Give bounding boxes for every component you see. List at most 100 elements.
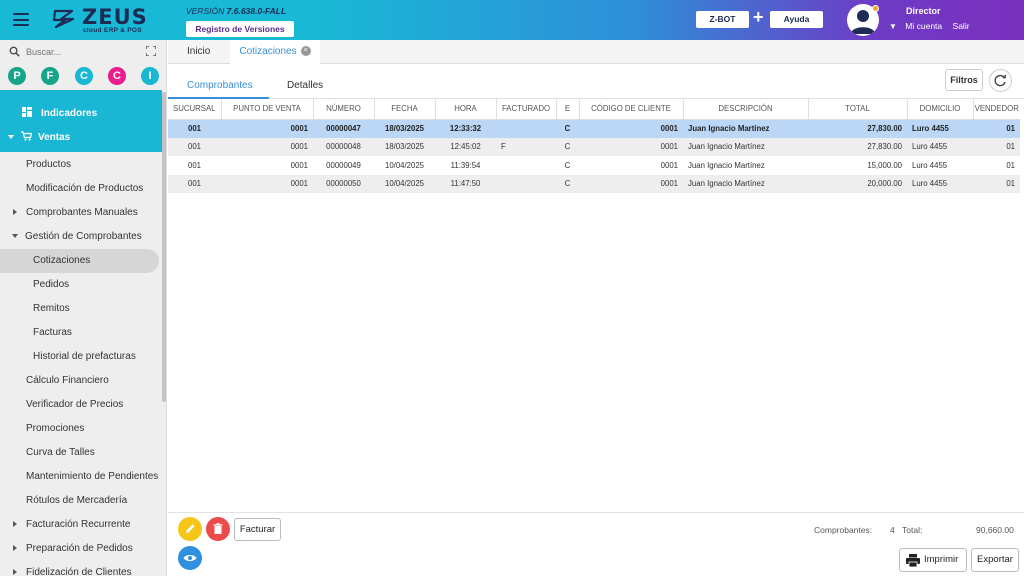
ayuda-button[interactable]: Ayuda xyxy=(770,11,823,28)
column-header[interactable]: TOTAL xyxy=(808,99,908,120)
sidebar-item-productos[interactable]: Productos xyxy=(0,153,162,177)
table-row[interactable]: 001 0001 00000049 10/04/2025 11:39:54 C … xyxy=(168,156,1020,175)
sidebar-scrollbar[interactable] xyxy=(162,92,166,402)
registro-versiones-button[interactable]: Registro de Versiones xyxy=(186,21,294,37)
caret-right-icon xyxy=(13,569,17,575)
column-header[interactable]: HORA xyxy=(435,99,497,120)
sidebar-item-label: Facturación Recurrente xyxy=(26,519,131,530)
sidebar-item-modificacion-productos[interactable]: Modificación de Productos xyxy=(0,177,162,201)
sidebar-item-comprobantes-manuales[interactable]: Comprobantes Manuales xyxy=(0,201,162,225)
sidebar-item-ventas[interactable]: Ventas xyxy=(0,126,162,150)
sidebar-item-mantenimiento-pendientes[interactable]: Mantenimiento de Pendientes xyxy=(0,465,162,489)
zbot-button[interactable]: Z-BOT xyxy=(696,11,749,28)
user-links: ▼ Mi cuenta Salir xyxy=(889,21,978,31)
imprimir-button[interactable]: Imprimir xyxy=(899,548,967,572)
column-header[interactable]: FECHA xyxy=(374,99,436,120)
sidebar-item-pedidos[interactable]: Pedidos xyxy=(0,273,162,297)
sidebar-item-fidelizacion-clientes[interactable]: Fidelización de Clientes xyxy=(0,561,162,576)
version-label: VERSIÓN xyxy=(186,6,225,16)
sidebar-item-preparacion-pedidos[interactable]: Preparación de Pedidos xyxy=(0,537,162,561)
cell-estado: C xyxy=(556,174,579,193)
sidebar-item-verificador-precios[interactable]: Verificador de Precios xyxy=(0,393,162,417)
plus-icon: + xyxy=(753,7,764,27)
salir-link[interactable]: Salir xyxy=(953,21,970,31)
table-row[interactable]: 001 0001 00000050 10/04/2025 11:47:50 C … xyxy=(168,174,1020,193)
cell-fecha: 18/03/2025 xyxy=(374,119,435,138)
total-value: 90,660.00 xyxy=(976,525,1014,535)
notification-dot xyxy=(872,5,879,12)
cell-fecha: 10/04/2025 xyxy=(374,156,435,175)
tab-cotizaciones[interactable]: Cotizaciones × xyxy=(230,40,320,65)
view-button[interactable] xyxy=(178,546,202,570)
favorite-f[interactable]: F xyxy=(41,67,59,85)
cell-hora: 11:39:54 xyxy=(435,156,496,175)
mi-cuenta-link[interactable]: Mi cuenta xyxy=(905,21,942,31)
sidebar-item-label: Preparación de Pedidos xyxy=(26,543,133,554)
column-header[interactable]: DESCRIPCIÓN xyxy=(683,99,809,120)
column-header[interactable]: PUNTO DE VENTA xyxy=(221,99,314,120)
sidebar-item-gestion-comprobantes[interactable]: Gestión de Comprobantes xyxy=(0,225,162,249)
cell-total: 27,830.00 xyxy=(808,137,907,156)
column-header[interactable]: CÓDIGO DE CLIENTE xyxy=(579,99,684,120)
cell-numero: 00000047 xyxy=(313,119,374,138)
sidebar-item-remitos[interactable]: Remitos xyxy=(0,297,162,321)
cell-facturado xyxy=(496,119,556,138)
favorite-c1[interactable]: C xyxy=(75,67,93,85)
total-label: Total: xyxy=(902,525,923,535)
favorite-c2[interactable]: C xyxy=(108,67,126,85)
caret-right-icon xyxy=(13,521,17,527)
sidebar-item-indicadores[interactable]: Indicadores xyxy=(0,102,162,126)
table-row[interactable]: 001 0001 00000047 18/03/2025 12:33:32 C … xyxy=(168,119,1020,138)
column-header[interactable]: FACTURADO xyxy=(496,99,557,120)
sidebar-item-historial-prefacturas[interactable]: Historial de prefacturas xyxy=(0,345,162,369)
sidebar-item-cotizaciones[interactable]: Cotizaciones xyxy=(0,249,159,273)
refresh-button[interactable] xyxy=(989,69,1012,92)
brand-name: ZEUS xyxy=(82,5,148,29)
zeus-logo: ZEUS cloud ERP & POS xyxy=(52,5,147,36)
cell-facturado xyxy=(496,156,556,175)
expand-icon[interactable] xyxy=(146,46,156,56)
sidebar-item-calculo-financiero[interactable]: Cálculo Financiero xyxy=(0,369,162,393)
hamburger-menu-icon[interactable] xyxy=(13,13,29,26)
column-header[interactable]: DOMICILIO xyxy=(907,99,974,120)
tab-label: Cotizaciones xyxy=(239,46,297,57)
cell-punto-venta: 0001 xyxy=(221,156,313,175)
favorite-i[interactable]: I xyxy=(141,67,159,85)
cell-facturado xyxy=(496,174,556,193)
edit-button[interactable] xyxy=(178,517,202,541)
subtab-detalles[interactable]: Detalles xyxy=(287,80,323,100)
sidebar-item-facturacion-recurrente[interactable]: Facturación Recurrente xyxy=(0,513,162,537)
favorite-p[interactable]: P xyxy=(8,67,26,85)
table-row[interactable]: 001 0001 00000048 18/03/2025 12:45:02 F … xyxy=(168,137,1020,156)
sidebar-item-curva-talles[interactable]: Curva de Talles xyxy=(0,441,162,465)
sidebar-item-facturas[interactable]: Facturas xyxy=(0,321,162,345)
cell-hora: 11:47:50 xyxy=(435,174,496,193)
sidebar-item-rotulos-mercaderia[interactable]: Rótulos de Mercadería xyxy=(0,489,162,513)
cell-descripcion: Juan Ignacio Martínez xyxy=(683,156,808,175)
sidebar-item-label: Fidelización de Clientes xyxy=(26,567,132,576)
column-header[interactable]: VENDEDOR xyxy=(973,99,1020,120)
cell-vendedor: 01 xyxy=(973,174,1020,193)
sidebar-search-input[interactable] xyxy=(26,45,136,59)
cell-estado: C xyxy=(556,119,579,138)
filtros-button[interactable]: Filtros xyxy=(945,69,983,91)
cell-descripcion: Juan Ignacio Martínez xyxy=(683,137,808,156)
cell-total: 20,000.00 xyxy=(808,174,907,193)
close-icon[interactable]: × xyxy=(300,46,311,57)
cell-punto-venta: 0001 xyxy=(221,119,313,138)
sidebar-item-label: Gestión de Comprobantes xyxy=(25,231,142,242)
comprobantes-count: 4 xyxy=(890,525,895,535)
column-header[interactable]: E xyxy=(556,99,580,120)
cell-descripcion: Juan Ignacio Martínez xyxy=(683,119,808,138)
facturar-button[interactable]: Facturar xyxy=(234,518,281,541)
sidebar-item-promociones[interactable]: Promociones xyxy=(0,417,162,441)
column-header[interactable]: NÚMERO xyxy=(313,99,375,120)
cell-numero: 00000049 xyxy=(313,156,374,175)
chevron-down-icon[interactable]: ▼ xyxy=(889,22,897,31)
column-header[interactable]: SUCURSAL xyxy=(168,99,222,120)
tab-inicio[interactable]: Inicio xyxy=(187,40,210,64)
brand-subtitle: cloud ERP & POS xyxy=(83,27,142,34)
delete-button[interactable] xyxy=(206,517,230,541)
eye-icon xyxy=(183,555,197,561)
exportar-button[interactable]: Exportar xyxy=(971,548,1019,572)
